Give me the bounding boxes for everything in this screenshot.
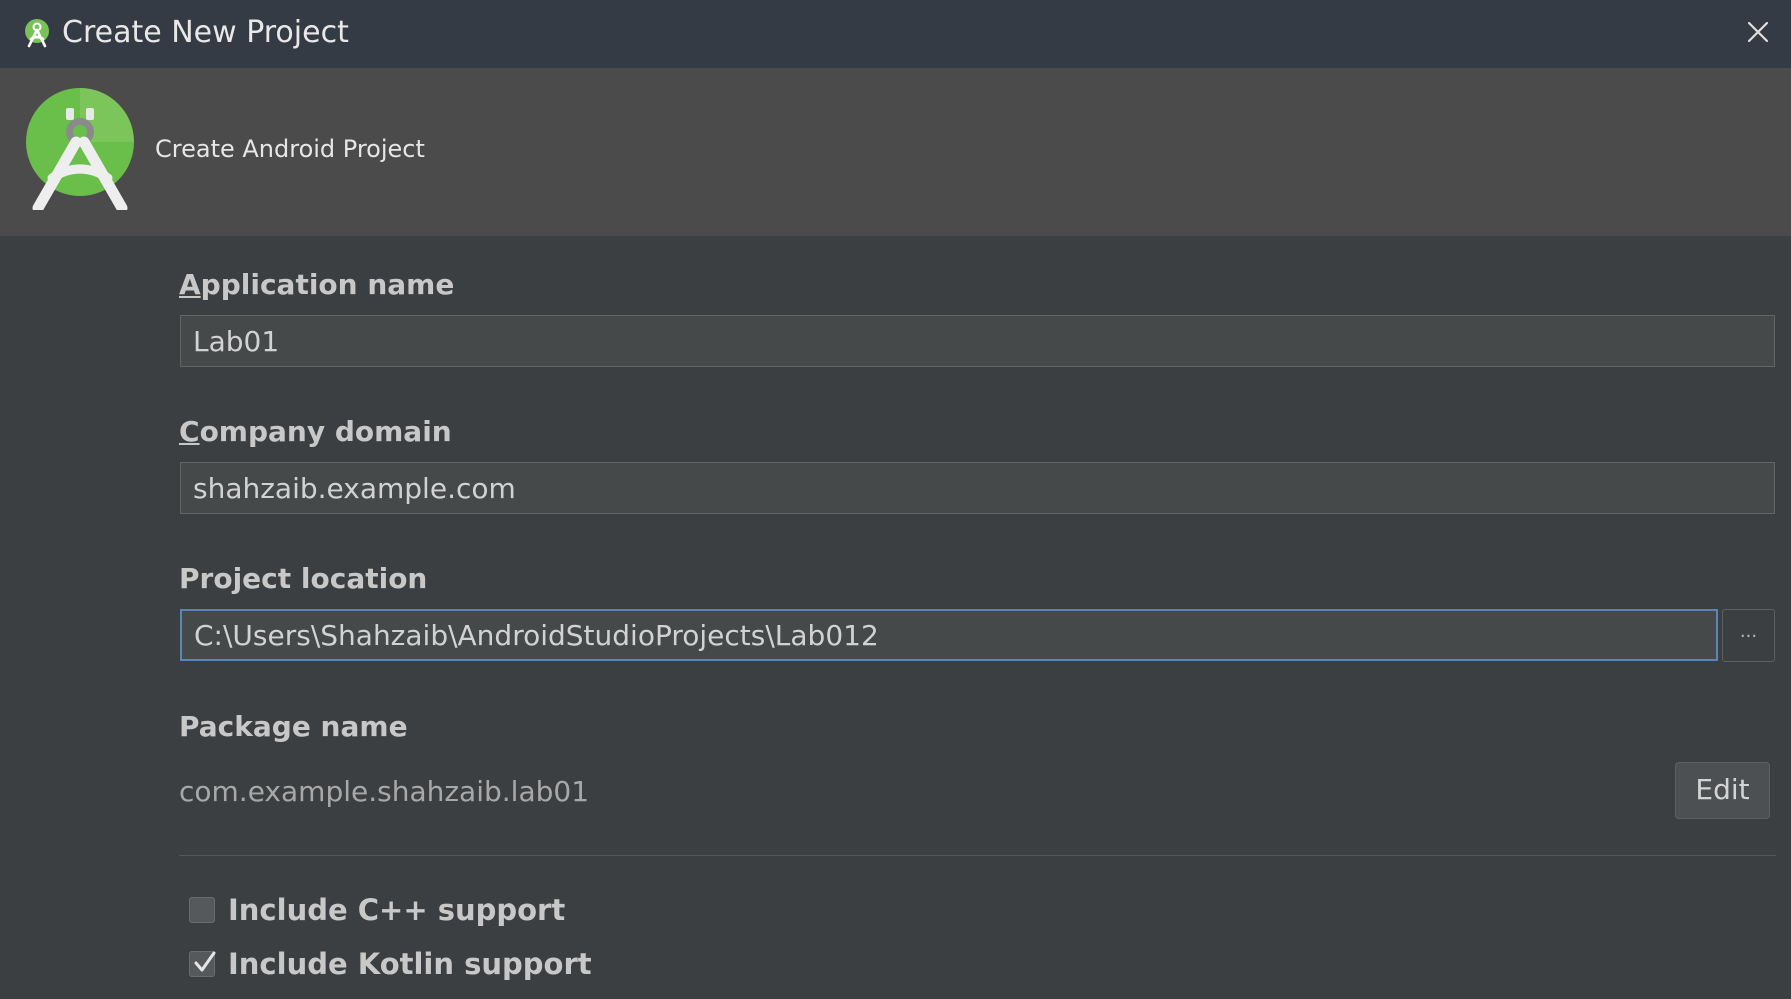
title-bar: Create New Project — [0, 0, 1791, 68]
divider — [179, 855, 1776, 856]
package-name-value: com.example.shahzaib.lab01 — [179, 775, 590, 808]
company-domain-label-text: ompany domain — [199, 415, 452, 448]
company-domain-mnemonic: C — [179, 415, 200, 448]
application-name-input[interactable] — [180, 315, 1775, 367]
window-title: Create New Project — [62, 15, 349, 50]
include-kotlin-label: Include Kotlin support — [228, 947, 592, 981]
package-name-label: Package name — [179, 710, 408, 743]
include-kotlin-checkbox[interactable] — [189, 951, 216, 977]
application-name-mnemonic: A — [179, 268, 201, 301]
include-cpp-checkbox[interactable] — [189, 897, 215, 923]
browse-location-button[interactable]: ... — [1722, 609, 1775, 662]
edit-package-button[interactable]: Edit — [1675, 762, 1770, 819]
dialog-header: Create Android Project — [0, 68, 1791, 236]
create-project-dialog: Create New Project Create Android Projec… — [0, 0, 1791, 999]
company-domain-input[interactable] — [180, 462, 1775, 514]
android-studio-logo-icon — [24, 86, 136, 214]
project-location-label: Project location — [179, 562, 428, 595]
application-name-label: Application name — [179, 268, 454, 302]
company-domain-label: Company domain — [179, 415, 452, 449]
android-studio-icon — [21, 17, 53, 49]
header-subtitle: Create Android Project — [155, 135, 425, 163]
close-icon — [1736, 20, 1780, 44]
application-name-label-text: pplication name — [200, 268, 455, 301]
include-cpp-label: Include C++ support — [228, 893, 566, 927]
project-location-input[interactable] — [180, 609, 1718, 661]
close-button[interactable] — [1736, 14, 1780, 54]
